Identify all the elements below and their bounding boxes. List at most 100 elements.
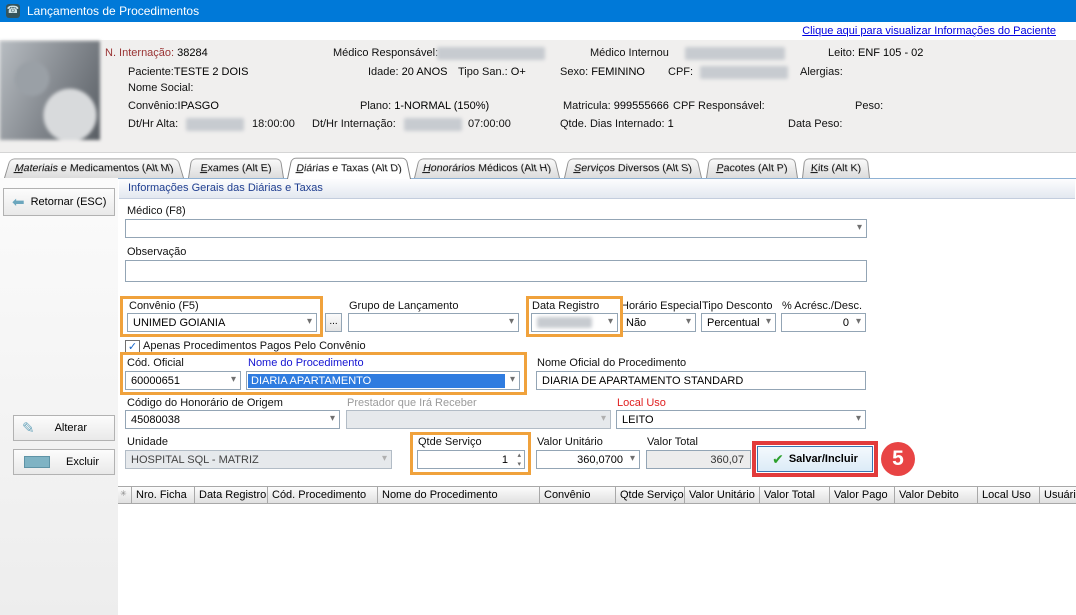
redacted-medico-internou — [685, 47, 785, 60]
peso-label: Peso: — [855, 100, 883, 112]
grid-header: ✳ Nro. Ficha Data Registro Cód. Procedim… — [118, 486, 1076, 504]
convenio-combobox[interactable]: UNIMED GOIANIA — [127, 313, 317, 332]
col-qtde-servico[interactable]: Qtde Serviço — [616, 487, 685, 503]
nome-social-label: Nome Social: — [128, 82, 193, 94]
grid-select-all-cell[interactable]: ✳ — [118, 487, 132, 503]
medico-internou-label: Médico Internou — [590, 47, 669, 59]
alterar-button[interactable]: ✎ Alterar — [13, 415, 115, 441]
title-bar: ☎ Lançamentos de Procedimentos — [0, 0, 1076, 22]
retornar-button[interactable]: ⬅ Retornar (ESC) — [3, 188, 115, 216]
data-peso-label: Data Peso: — [788, 118, 842, 130]
leito: Leito: ENF 105 - 02 — [828, 47, 923, 59]
redacted-medico-responsavel — [437, 47, 545, 60]
patient-header: N. Internação: 38284 Médico Responsável:… — [0, 40, 1076, 153]
convenio-header: Convênio:IPASGO — [128, 100, 219, 112]
tab-materiais-medicamentos[interactable]: Materiais e Medicamentos (Alt M) — [4, 158, 184, 178]
tab-diarias-taxas[interactable]: Diárias e Taxas (Alt D) — [287, 158, 411, 179]
salvar-incluir-button[interactable]: ✔ Salvar/Incluir — [757, 446, 873, 472]
data-registro-combobox[interactable] — [531, 313, 618, 332]
medico-combobox[interactable] — [125, 219, 867, 238]
section-header: Informações Gerais das Diárias e Taxas — [119, 179, 1075, 199]
n-internacao: N. Internação: 38284 — [105, 47, 208, 59]
col-usuario[interactable]: Usuário — [1040, 487, 1076, 503]
tipo-desconto-label: Tipo Desconto — [702, 300, 773, 312]
prestador-label: Prestador que Irá Receber — [347, 397, 477, 409]
horario-especial-label: Horário Especial — [621, 300, 702, 312]
tab-exames[interactable]: Exames (Alt E) — [188, 158, 284, 178]
dthr-alta-time: 18:00:00 — [252, 118, 295, 130]
dthr-internacao-time: 07:00:00 — [468, 118, 511, 130]
tab-kits[interactable]: Kits (Alt K) — [802, 158, 870, 178]
valor-total-field: 360,07 — [646, 450, 751, 469]
nome-procedimento-combobox[interactable]: DIARIA APARTAMENTO — [246, 371, 520, 390]
observacao-input[interactable] — [125, 260, 867, 282]
browse-convenio-button[interactable]: ... — [325, 313, 342, 332]
pencil-icon: ✎ — [22, 419, 35, 437]
redacted-dthr-internacao-date — [404, 118, 462, 131]
link-row: Clique aqui para visualizar Informações … — [0, 22, 1076, 41]
tipo-desconto-combobox[interactable]: Percentual — [701, 313, 776, 332]
col-nro-ficha[interactable]: Nro. Ficha — [132, 487, 195, 503]
paciente: Paciente:TESTE 2 DOIS — [128, 66, 248, 78]
sexo: Sexo: FEMININO — [560, 66, 645, 78]
nome-oficial-input[interactable]: DIARIA DE APARTAMENTO STANDARD — [536, 371, 866, 390]
eraser-icon — [24, 456, 50, 468]
col-valor-unitario[interactable]: Valor Unitário — [685, 487, 760, 503]
excluir-button[interactable]: Excluir — [13, 449, 115, 475]
cod-oficial-label: Cód. Oficial — [127, 357, 184, 369]
grid-body[interactable] — [118, 504, 1076, 615]
nome-procedimento-label: Nome do Procedimento — [248, 357, 364, 369]
retornar-label: Retornar (ESC) — [31, 196, 107, 208]
col-local-uso[interactable]: Local Uso — [978, 487, 1040, 503]
unidade-label: Unidade — [127, 436, 168, 448]
acresc-desc-combobox[interactable]: 0 — [781, 313, 866, 332]
left-sidebar: ⬅ Retornar (ESC) ✎ Alterar Excluir — [0, 178, 119, 615]
qtde-servico-label: Qtde Serviço — [418, 436, 482, 448]
tab-honorarios-medicos[interactable]: Honorários Médicos (Alt H) — [414, 158, 560, 178]
patient-photo — [0, 41, 100, 140]
convenio-f5-label: Convênio (F5) — [129, 300, 199, 312]
cod-honorario-label: Código do Honorário de Origem — [127, 397, 283, 409]
col-data-registro[interactable]: Data Registro — [195, 487, 268, 503]
valor-total-label: Valor Total — [647, 436, 698, 448]
tab-servicos-diversos[interactable]: Serviços Diversos (Alt S) — [564, 158, 702, 178]
qtde-servico-spinner[interactable]: 1 — [417, 450, 525, 469]
apenas-pagos-checkbox[interactable]: ✓ — [125, 340, 140, 355]
data-registro-label: Data Registro — [532, 300, 599, 312]
col-convenio[interactable]: Convênio — [540, 487, 616, 503]
col-valor-total[interactable]: Valor Total — [760, 487, 830, 503]
redacted-data-registro — [537, 317, 592, 328]
window-title: Lançamentos de Procedimentos — [27, 4, 199, 18]
section-title: Informações Gerais das Diárias e Taxas — [128, 182, 323, 194]
local-uso-combobox[interactable]: LEITO — [616, 410, 866, 429]
cpf-responsavel-label: CPF Responsável: — [673, 100, 765, 112]
medico-responsavel-label: Médico Responsável: — [333, 47, 438, 59]
valor-unitario-combobox[interactable]: 360,0700 — [536, 450, 640, 469]
apenas-pagos-label: Apenas Procedimentos Pagos Pelo Convênio — [143, 340, 366, 352]
app-icon: ☎ — [6, 4, 20, 18]
cpf-label: CPF: — [668, 66, 693, 78]
col-cod-procedimento[interactable]: Cód. Procedimento — [268, 487, 378, 503]
step-5-badge: 5 — [881, 442, 915, 476]
nome-oficial-label: Nome Oficial do Procedimento — [537, 357, 686, 369]
patient-info-link[interactable]: Clique aqui para visualizar Informações … — [802, 25, 1056, 37]
redacted-cpf — [700, 66, 788, 79]
acresc-desc-label: % Acrésc./Desc. — [782, 300, 862, 312]
tab-pacotes[interactable]: Pacotes (Alt P) — [706, 158, 798, 178]
local-uso-label: Local Uso — [617, 397, 666, 409]
col-nome-procedimento[interactable]: Nome do Procedimento — [378, 487, 540, 503]
cod-honorario-combobox[interactable]: 45080038 — [125, 410, 340, 429]
alergias-label: Alergias: — [800, 66, 843, 78]
horario-especial-combobox[interactable]: Não — [620, 313, 696, 332]
unidade-combobox: HOSPITAL SQL - MATRIZ — [125, 450, 392, 469]
idade: Idade: 20 ANOS — [368, 66, 448, 78]
col-valor-pago[interactable]: Valor Pago — [830, 487, 895, 503]
grupo-lancamento-combobox[interactable] — [348, 313, 519, 332]
green-check-icon: ✔ — [772, 451, 784, 468]
cod-oficial-combobox[interactable]: 60000651 — [125, 371, 241, 390]
col-valor-debito[interactable]: Valor Debito — [895, 487, 978, 503]
excluir-label: Excluir — [66, 456, 99, 468]
grupo-lancamento-label: Grupo de Lançamento — [349, 300, 458, 312]
back-arrow-icon: ⬅ — [12, 193, 25, 211]
procedure-entry-window: ☎ Lançamentos de Procedimentos Clique aq… — [0, 0, 1076, 615]
